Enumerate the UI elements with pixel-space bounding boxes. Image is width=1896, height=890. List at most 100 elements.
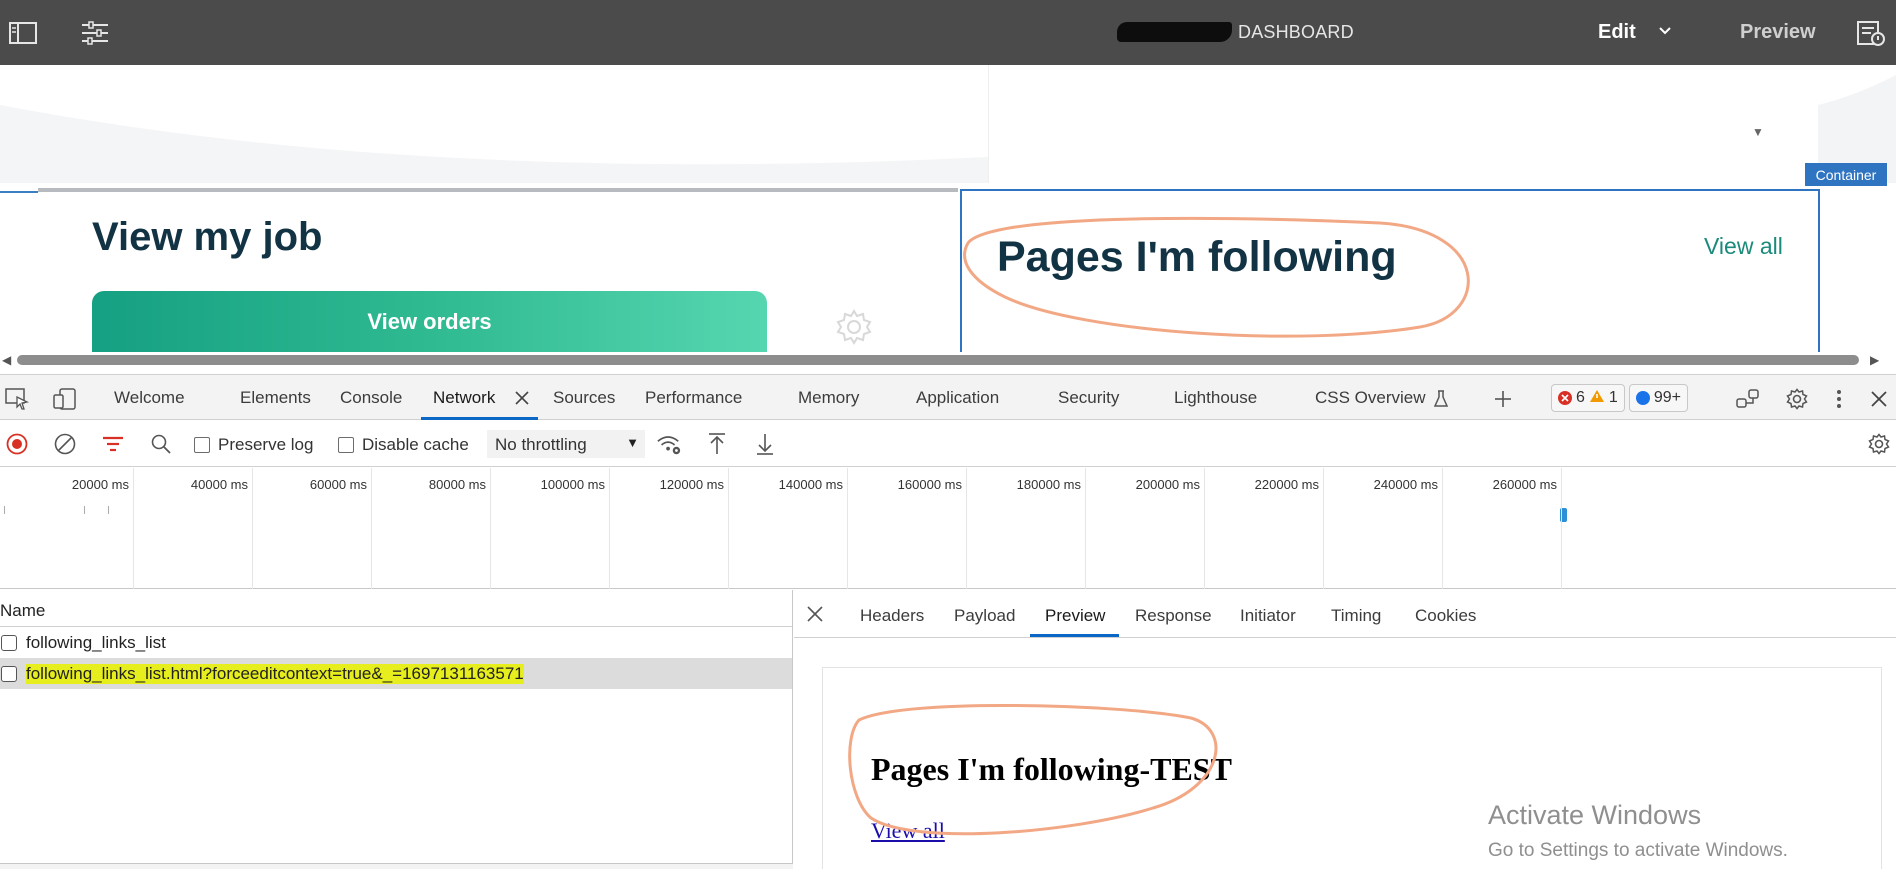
preview-view-all-link[interactable]: View all <box>871 818 945 844</box>
request-name[interactable]: following_links_list <box>26 633 166 653</box>
search-icon[interactable] <box>148 431 174 457</box>
tab-initiator[interactable]: Initiator <box>1240 606 1296 626</box>
more-tools-plus-icon[interactable] <box>1490 386 1516 412</box>
import-har-icon[interactable] <box>704 431 730 457</box>
request-name-highlighted[interactable]: following_links_list.html?forceeditconte… <box>26 663 524 684</box>
close-detail-icon[interactable] <box>804 603 826 625</box>
timeline-gridline <box>1442 468 1443 589</box>
tab-network[interactable]: Network <box>433 388 495 408</box>
disable-cache-checkbox[interactable]: Disable cache <box>338 435 469 455</box>
preview-heading: Pages I'm following-TEST <box>871 751 1232 787</box>
detail-tabbar: Headers Payload Preview Response Initiat… <box>794 590 1896 638</box>
row-checkbox[interactable] <box>1 634 17 651</box>
throttling-value: No throttling <box>495 435 587 454</box>
connection-icon[interactable] <box>1735 386 1761 412</box>
timeline-tick-label: 100000 ms <box>540 477 605 492</box>
disable-cache-box[interactable] <box>338 437 354 453</box>
tab-welcome[interactable]: Welcome <box>114 388 185 408</box>
scroll-right-icon[interactable]: ▶ <box>1870 353 1879 367</box>
tab-preview[interactable]: Preview <box>1045 606 1105 626</box>
error-icon <box>1558 391 1572 405</box>
clear-icon[interactable] <box>52 431 78 457</box>
tab-response[interactable]: Response <box>1135 606 1212 626</box>
horizontal-scrollbar[interactable]: ◀ ▶ <box>0 352 1896 368</box>
left-component-outline <box>0 191 38 193</box>
request-row-selected[interactable]: following_links_list.html?forceeditconte… <box>0 658 792 689</box>
warning-icon <box>1589 389 1605 408</box>
timeline-tick-label: 200000 ms <box>1135 477 1200 492</box>
timeline-tick-label: 140000 ms <box>778 477 843 492</box>
timeline-gridline <box>1323 468 1324 589</box>
timeline-tick-label: 60000 ms <box>309 477 367 492</box>
gear-icon[interactable] <box>834 307 874 347</box>
timeline-gridline <box>1085 468 1086 589</box>
close-devtools-icon[interactable] <box>1866 386 1892 412</box>
preserve-log-checkbox[interactable]: Preserve log <box>194 435 313 455</box>
chevron-down-icon[interactable] <box>1658 23 1672 39</box>
tab-headers[interactable]: Headers <box>860 606 924 626</box>
network-settings-gear-icon[interactable] <box>1866 431 1892 457</box>
row-checkbox[interactable] <box>1 665 17 682</box>
tab-security[interactable]: Security <box>1058 388 1119 408</box>
timeline-gridline <box>371 468 372 589</box>
request-detail-pane: Headers Payload Preview Response Initiat… <box>794 590 1896 869</box>
activate-windows-subtitle: Go to Settings to activate Windows. <box>1488 840 1788 861</box>
page-title: DASHBOARD <box>1238 22 1354 42</box>
tab-performance[interactable]: Performance <box>645 388 742 408</box>
timeline-gridline <box>133 468 134 589</box>
page-info-icon[interactable] <box>1856 18 1886 48</box>
throttling-select[interactable]: No throttling ▼ <box>487 430 645 458</box>
console-issues-button[interactable]: 6 1 <box>1551 384 1625 412</box>
activate-windows-title: Activate Windows <box>1488 800 1702 830</box>
view-my-job-heading: View my job <box>92 215 323 259</box>
tab-payload[interactable]: Payload <box>954 606 1015 626</box>
view-all-link[interactable]: View all <box>1704 233 1783 260</box>
tab-memory[interactable]: Memory <box>798 388 859 408</box>
hero-area <box>0 65 988 183</box>
container-badge[interactable]: Container <box>1805 163 1887 186</box>
active-detail-tab-indicator <box>1030 634 1119 637</box>
timeline-overview[interactable]: 20000 ms 40000 ms 60000 ms 80000 ms 100000 m… <box>0 468 1896 589</box>
preview-button[interactable]: Preview <box>1740 21 1816 44</box>
sidebar-panel-icon[interactable] <box>8 18 38 48</box>
timeline-gridline <box>728 468 729 589</box>
tab-console[interactable]: Console <box>340 388 402 408</box>
timeline-tick-label: 160000 ms <box>897 477 962 492</box>
preserve-log-box[interactable] <box>194 437 210 453</box>
pages-following-heading: Pages I'm following <box>997 233 1397 281</box>
beaker-icon <box>1428 386 1454 412</box>
filter-icon[interactable] <box>100 431 126 457</box>
inspect-element-icon[interactable] <box>4 386 30 412</box>
close-tab-icon[interactable] <box>509 385 535 411</box>
timeline-gridline <box>1204 468 1205 589</box>
timeline-gridline <box>966 468 967 589</box>
more-options-icon[interactable] <box>1826 386 1852 412</box>
edit-mode-button[interactable]: Edit <box>1598 21 1636 44</box>
tab-cookies[interactable]: Cookies <box>1415 606 1476 626</box>
messages-button[interactable]: 99+ <box>1628 384 1688 412</box>
record-stop-icon[interactable] <box>4 431 30 457</box>
tab-timing[interactable]: Timing <box>1331 606 1381 626</box>
tab-lighthouse[interactable]: Lighthouse <box>1174 388 1257 408</box>
device-emulation-icon[interactable] <box>52 386 78 412</box>
properties-sliders-icon[interactable] <box>80 18 110 48</box>
tab-elements[interactable]: Elements <box>240 388 311 408</box>
tab-css-overview[interactable]: CSS Overview <box>1315 388 1426 408</box>
redacted-site-name <box>1117 22 1232 42</box>
editor-toolbar: DASHBOARD Edit Preview <box>0 0 1896 65</box>
settings-gear-icon[interactable] <box>1784 386 1810 412</box>
network-conditions-icon[interactable] <box>656 431 682 457</box>
dropdown-triangle-icon[interactable]: ▼ <box>1752 125 1764 139</box>
view-orders-button[interactable]: View orders <box>92 291 767 355</box>
warning-count: 1 <box>1608 389 1618 406</box>
request-row[interactable]: following_links_list <box>0 627 792 658</box>
export-har-icon[interactable] <box>752 431 778 457</box>
timeline-tick-label: 180000 ms <box>1016 477 1081 492</box>
caret-down-icon: ▼ <box>626 435 639 450</box>
name-column-header[interactable]: Name <box>0 590 792 627</box>
timeline-gridline <box>609 468 610 589</box>
tab-sources[interactable]: Sources <box>553 388 615 408</box>
scrollbar-thumb[interactable] <box>17 355 1859 365</box>
tab-application[interactable]: Application <box>916 388 999 408</box>
scroll-left-icon[interactable]: ◀ <box>2 353 11 367</box>
